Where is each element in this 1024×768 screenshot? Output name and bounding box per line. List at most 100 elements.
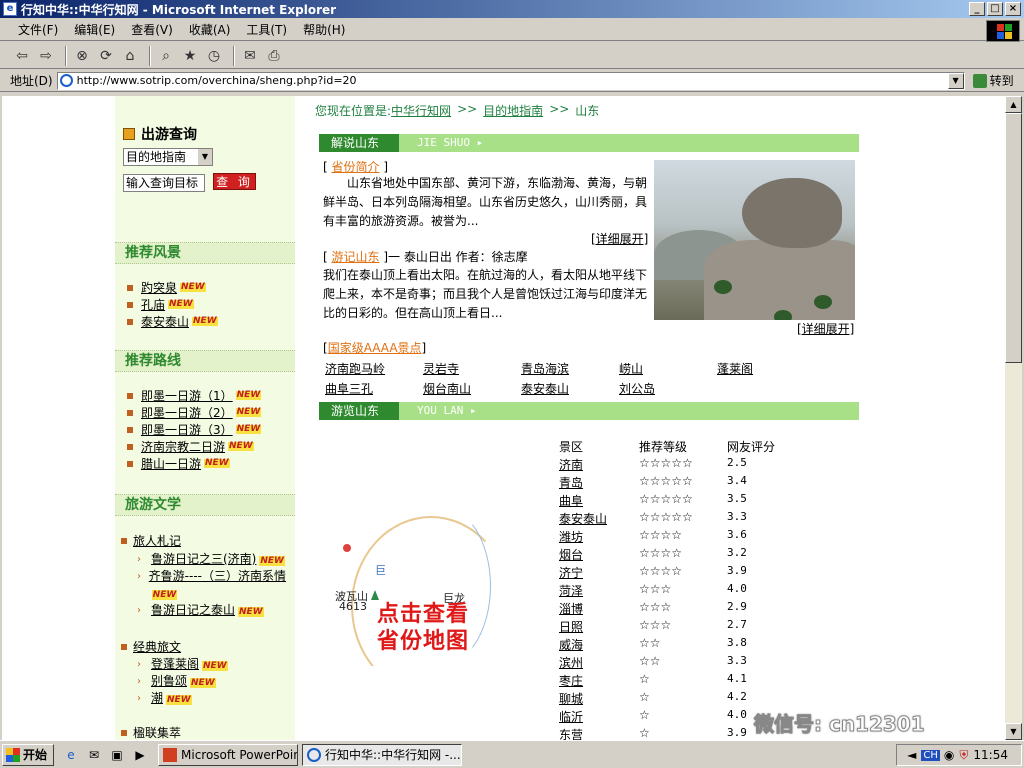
tray-app-icon[interactable]: ◉ — [944, 748, 954, 762]
print-icon[interactable]: ⎙ — [264, 46, 284, 66]
history-icon[interactable]: ◷ — [204, 46, 224, 66]
search-title: 出游查询 — [123, 124, 197, 144]
crumb-current: 山东 — [575, 104, 600, 118]
task-powerpoint[interactable]: Microsoft PowerPoint - [... — [158, 743, 298, 766]
list-item[interactable]: 泰安泰山 NEW — [127, 313, 218, 330]
query-input[interactable]: 输入查询目标 — [123, 174, 205, 192]
ie-quicklaunch-icon[interactable]: e — [62, 746, 80, 764]
windows-flag-icon — [6, 747, 20, 762]
table-row: 威海 ☆☆ 3.8 — [559, 636, 747, 652]
col-header: 景区 — [559, 440, 584, 454]
spot-link[interactable]: 崂山 — [619, 360, 643, 377]
vertical-scrollbar[interactable]: ▲ ▼ — [1005, 96, 1022, 740]
table-row: 泰安泰山 ☆☆☆☆☆ 3.3 — [559, 510, 747, 526]
group-couplets[interactable]: 楹联集萃 — [121, 724, 181, 740]
col-header: 推荐等级 — [639, 440, 688, 454]
stop-icon[interactable]: ⊗ — [72, 46, 92, 66]
taishan-photo — [654, 160, 855, 320]
list-item[interactable]: 即墨一日游（3） NEW — [127, 421, 262, 438]
volume-icon[interactable]: ◄ — [907, 748, 916, 762]
home-icon[interactable]: ⌂ — [120, 46, 140, 66]
group-classics[interactable]: 经典旅文 — [121, 638, 181, 655]
more-intro-link[interactable]: [详细展开] — [591, 230, 648, 247]
go-label: 转到 — [989, 74, 1014, 88]
back-icon[interactable]: ⇦ — [12, 46, 32, 66]
scroll-thumb[interactable] — [1005, 113, 1022, 363]
group-notes[interactable]: 旅人札记 — [121, 532, 181, 549]
address-dropdown-icon[interactable]: ▼ — [947, 72, 964, 89]
ie-logo-icon: e — [3, 2, 17, 16]
maximize-button[interactable]: □ — [987, 2, 1003, 16]
search-icon[interactable]: ⌕ — [156, 46, 176, 66]
spot-link[interactable]: 济南跑马岭 — [325, 360, 385, 377]
list-item[interactable]: 即墨一日游（1） NEW — [127, 387, 262, 404]
list-item[interactable]: › 登蓬莱阁 NEW — [137, 656, 228, 673]
menu-help[interactable]: 帮助(H) — [303, 21, 345, 38]
scroll-up-icon[interactable]: ▲ — [1005, 96, 1022, 113]
menu-tools[interactable]: 工具(T) — [246, 21, 287, 38]
query-button[interactable]: 查 询 — [213, 173, 256, 190]
shield-icon[interactable]: ⛨ — [959, 748, 968, 763]
spot-link[interactable]: 蓬莱阁 — [717, 360, 753, 377]
table-row: 日照 ☆☆☆ 2.7 — [559, 618, 747, 634]
close-button[interactable]: × — [1005, 2, 1021, 16]
menu-view[interactable]: 查看(V) — [131, 21, 173, 38]
spot-link[interactable]: 刘公岛 — [619, 380, 655, 397]
table-row: 潍坊 ☆☆☆☆ 3.6 — [559, 528, 747, 544]
spot-link[interactable]: 青岛海滨 — [521, 360, 569, 377]
list-item[interactable]: › 鲁游日记之三(济南) NEW — [137, 551, 287, 568]
breadcrumb: 您现在位置是: 中华行知网 >> 目的地指南 >> 山东 — [315, 102, 600, 119]
table-row: 聊城 ☆ 4.2 — [559, 690, 747, 706]
standard-toolbar: ⇦ ⇨ ⊗ ⟳ ⌂ ⌕ ★ ◷ ✉ ⎙ — [0, 43, 1024, 69]
crumb-guide[interactable]: 目的地指南 — [483, 102, 543, 119]
spot-link[interactable]: 曲阜三孔 — [325, 380, 373, 397]
menu-edit[interactable]: 编辑(E) — [74, 21, 115, 38]
scroll-down-icon[interactable]: ▼ — [1005, 723, 1022, 740]
spot-link[interactable]: 烟台南山 — [423, 380, 471, 397]
refresh-icon[interactable]: ⟳ — [96, 46, 116, 66]
more-travel-link[interactable]: [详细展开] — [797, 320, 854, 337]
crumb-home[interactable]: 中华行知网 — [391, 102, 451, 119]
forward-icon[interactable]: ⇨ — [36, 46, 56, 66]
minimize-button[interactable]: _ — [969, 2, 985, 16]
desktop-quicklaunch-icon[interactable]: ▣ — [108, 746, 126, 764]
select-arrow-icon: ▼ — [198, 149, 212, 165]
list-item[interactable]: › 鲁游日记之泰山 NEW — [137, 602, 287, 619]
list-item[interactable]: 即墨一日游（2） NEW — [127, 404, 262, 421]
menu-favorites[interactable]: 收藏(A) — [189, 21, 231, 38]
page-icon — [59, 74, 73, 87]
go-button[interactable]: 转到 — [972, 72, 1014, 89]
list-item[interactable]: › 齐鲁游----（三）济南系情NEW — [137, 568, 287, 602]
task-ie[interactable]: 行知中华::中华行知网 -... — [302, 743, 462, 766]
youlan-en: YOU LAN ▸ — [417, 404, 477, 417]
mail-icon[interactable]: ✉ — [240, 46, 260, 66]
list-item[interactable]: 趵突泉 NEW — [127, 279, 218, 296]
spot-link[interactable]: 灵岩寺 — [423, 360, 459, 377]
list-item[interactable]: 济南宗教二日游 NEW — [127, 438, 261, 455]
jieshuo-tag: 解说山东 — [319, 134, 399, 152]
aaaa-heading: [国家级AAAA景点] — [323, 341, 427, 355]
favorites-icon[interactable]: ★ — [180, 46, 200, 66]
section-literature: 旅游文学 — [115, 494, 295, 516]
outlook-quicklaunch-icon[interactable]: ✉ — [85, 746, 103, 764]
title-bar[interactable]: e 行知中华::中华行知网 - Microsoft Internet Explo… — [0, 0, 1024, 18]
system-tray: ◄ CH ◉ ⛨ 11:54 — [896, 744, 1022, 766]
table-row: 枣庄 ☆ 4.1 — [559, 672, 747, 688]
map-cta[interactable]: 点击查看 省份地图 — [377, 601, 469, 655]
ie-window: e 行知中华::中华行知网 - Microsoft Internet Explo… — [0, 0, 1024, 740]
spot-link[interactable]: 泰安泰山 — [521, 380, 569, 397]
media-quicklaunch-icon[interactable]: ▶ — [131, 746, 149, 764]
list-item[interactable]: › 别鲁颂 NEW — [137, 673, 228, 690]
list-item[interactable]: › 潮 NEW — [137, 690, 228, 707]
list-item[interactable]: 孔庙 NEW — [127, 296, 218, 313]
address-input[interactable]: http://www.sotrip.com/overchina/sheng.ph… — [56, 71, 965, 90]
category-select[interactable]: 目的地指南 ▼ — [123, 148, 213, 166]
menu-file[interactable]: 文件(F) — [18, 21, 58, 38]
ime-indicator[interactable]: CH — [921, 749, 940, 761]
start-button[interactable]: 开始 — [2, 743, 54, 766]
table-row: 曲阜 ☆☆☆☆☆ 3.5 — [559, 492, 747, 508]
list-item[interactable]: 腊山一日游 NEW — [127, 455, 261, 472]
table-row: 菏泽 ☆☆☆ 4.0 — [559, 582, 747, 598]
left-sidebar: 出游查询 目的地指南 ▼ 输入查询目标 查 询 推荐风景 趵突泉 NEW 孔庙 NEW… — [115, 96, 295, 740]
table-row: 济宁 ☆☆☆☆ 3.9 — [559, 564, 747, 580]
